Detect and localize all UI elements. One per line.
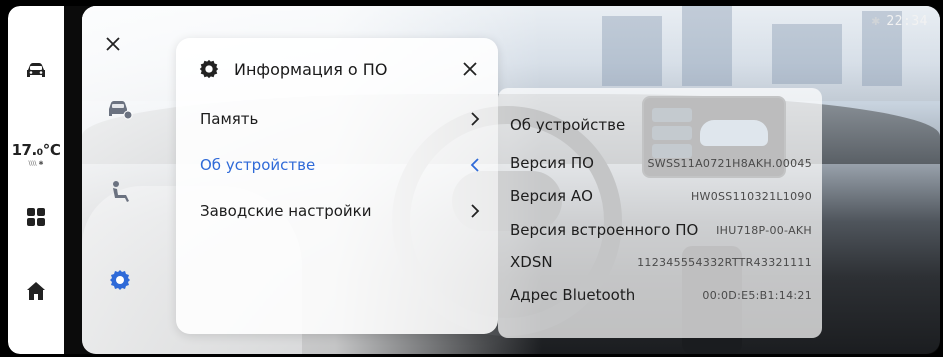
car-icon[interactable] [8,56,64,86]
info-key: Адрес Bluetooth [510,286,636,304]
chevron-left-icon [470,158,479,172]
status-bar: ✱ 22:34 [871,14,928,29]
close-icon [463,62,477,76]
info-key: XDSN [510,253,553,271]
info-key: Версия АО [510,187,593,205]
info-value: SWSS11A0721H8AKH.00045 [647,156,812,170]
fan-indicator: \\\\ ✱ [28,160,44,167]
info-row-xdsn: XDSN 112345554332RTTR43321111 [510,251,812,273]
info-row-bluetooth-address: Адрес Bluetooth 00:0D:E5:B1:14:21 [510,284,812,306]
menu-item-label: Об устройстве [200,156,316,174]
close-settings-button[interactable] [103,34,123,54]
clock: 22:34 [886,14,928,29]
chevron-right-icon [471,204,480,218]
info-key: Версия ПО [510,154,594,172]
nav-seat-settings[interactable] [104,176,136,208]
software-info-panel: Информация о ПО Память Об устройстве Зав… [176,38,498,334]
close-icon [106,37,120,51]
gear-icon [110,270,130,290]
temperature-value: 17.₀℃ [11,141,61,159]
car-settings-icon [109,101,133,120]
chevron-right-icon [471,112,480,126]
info-row-firmware-version: Версия встроенного ПО IHU718P-00-AKH [510,219,812,241]
left-dock: 17.₀℃ \\\\ ✱ [8,6,64,354]
menu-item-factory-settings[interactable]: Заводские настройки [200,196,480,226]
infotainment-screen: ✱ 22:34 17.₀℃ \\\\ ✱ Информация о ПО Пам… [8,6,940,354]
menu-item-about-device[interactable]: Об устройстве [200,150,480,180]
info-value: 112345554332RTTR43321111 [637,255,812,269]
seat-icon [113,181,129,202]
info-value: IHU718P-00-AKH [716,223,812,237]
menu-item-label: Заводские настройки [200,202,372,220]
panel-close-button[interactable] [460,59,480,79]
bluetooth-icon: ✱ [871,15,881,28]
info-value: HW0SS110321L1090 [690,189,812,203]
nav-system-settings[interactable] [104,264,136,296]
info-row-hardware-version: Версия АО HW0SS110321L1090 [510,185,812,207]
info-key: Версия встроенного ПО [510,221,699,239]
device-info-heading: Об устройстве [510,116,626,134]
menu-item-memory[interactable]: Память [200,104,480,134]
panel-title: Информация о ПО [234,60,388,79]
info-value: 00:0D:E5:B1:14:21 [702,288,812,302]
device-info-card: Об устройстве Версия ПО SWSS11A0721H8AKH… [498,88,822,338]
home-icon[interactable] [8,276,64,306]
climate-temperature[interactable]: 17.₀℃ \\\\ ✱ [8,141,64,167]
menu-item-label: Память [200,110,259,128]
info-row-software-version: Версия ПО SWSS11A0721H8AKH.00045 [510,152,812,174]
nav-vehicle-settings[interactable] [104,94,136,126]
apps-icon[interactable] [8,202,64,232]
settings-gear-icon [199,59,219,79]
